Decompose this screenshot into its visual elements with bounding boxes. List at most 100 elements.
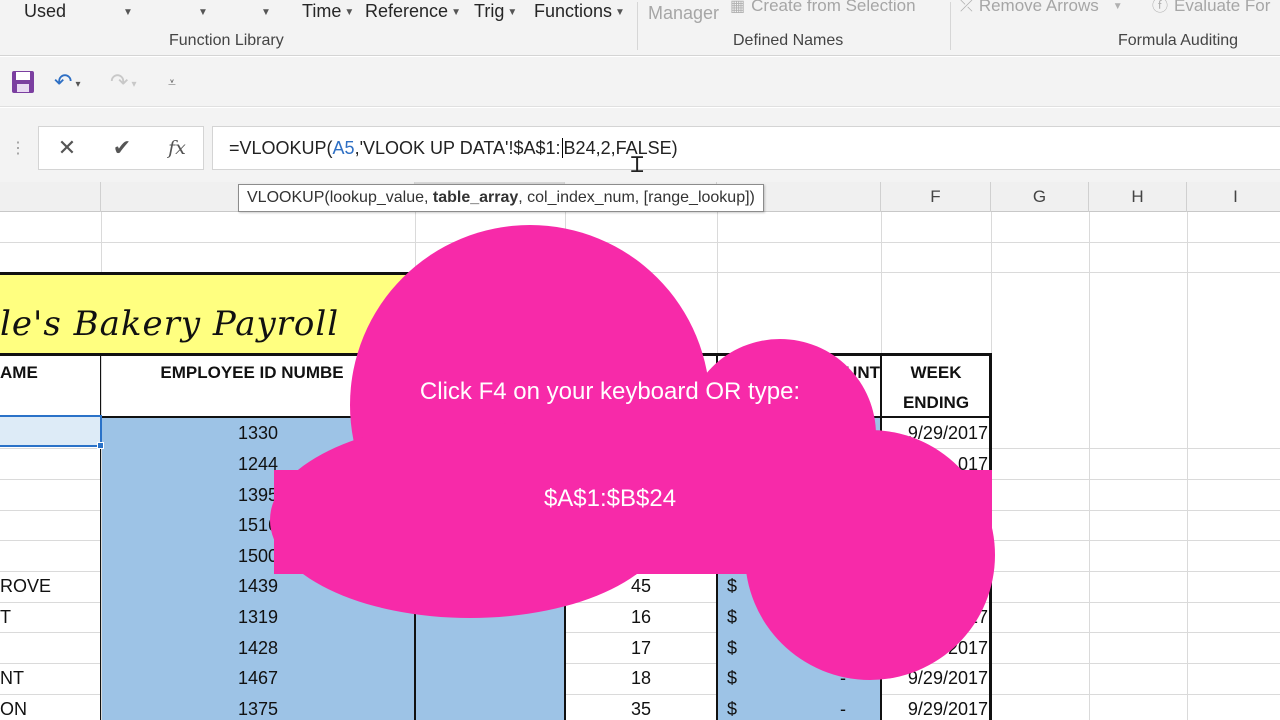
chevron-down-icon: ▾	[131, 79, 137, 90]
enter-button[interactable]: ✔	[107, 133, 137, 163]
customize-toolbar-button[interactable]: ⩡	[168, 67, 176, 97]
chevron-down-icon: ▼	[507, 7, 518, 18]
amount-cell: -	[840, 668, 846, 688]
hours-cell: 35	[630, 699, 652, 719]
chevron-down-icon: ▼	[615, 7, 625, 18]
column-header-g[interactable]: G	[991, 182, 1089, 212]
week-ending-cell: 9/29/2017	[907, 668, 988, 688]
table-border	[0, 353, 991, 356]
name-manager-button[interactable]: Manager	[648, 2, 719, 26]
table-border	[100, 353, 101, 720]
table-border	[716, 353, 718, 720]
currency-symbol: $	[727, 699, 738, 719]
function-library-group-label: Function Library	[169, 32, 284, 49]
insert-function-button[interactable]: fx	[162, 133, 192, 163]
week-ending-cell: 9/29/2017	[907, 423, 988, 443]
column-header-h[interactable]: H	[1089, 182, 1187, 212]
amount-cell: 0	[859, 423, 870, 443]
week-ending-cell: 9/29/2017	[907, 607, 988, 627]
ribbon-separator	[637, 2, 638, 50]
name-cell	[0, 418, 100, 448]
tooltip-arg-lookup-value[interactable]: lookup_value,	[330, 189, 433, 206]
formula-part-1: =VLOOKUP(	[229, 138, 333, 158]
column-header-a[interactable]	[0, 182, 101, 212]
date-time-button[interactable]: Time ▼	[302, 0, 354, 24]
spreadsheet-grid[interactable]: le's Bakery Payroll AME EMPLOYEE ID NUMB…	[0, 212, 1280, 720]
undo-button[interactable]: ↶ ▾	[54, 67, 80, 97]
remove-arrows-button[interactable]: ⤫ Remove Arrows ▼	[960, 0, 1123, 19]
save-icon	[12, 71, 34, 93]
evaluate-formula-button[interactable]: ⓕ Evaluate For	[1152, 0, 1270, 19]
fx-icon: fx	[168, 137, 186, 159]
employee-id-cell: 1467	[237, 668, 279, 688]
customize-icon: ⩡	[168, 74, 176, 90]
lookup-fill	[416, 418, 565, 720]
tooltip-function: VLOOKUP(	[247, 189, 330, 206]
formula-input[interactable]: =VLOOKUP(A5,'VLOOK UP DATA'!$A$1: B24,2,F…	[212, 126, 1280, 170]
defined-names-group-label: Defined Names	[733, 32, 844, 49]
formula-ref-a5: A5	[332, 138, 355, 158]
logical-dropdown[interactable]: ▼	[195, 0, 208, 24]
name-cell: NT	[0, 668, 24, 688]
employee-id-cell: 1439	[237, 576, 279, 596]
amount-cell: -	[840, 638, 846, 658]
hours-cell: 17	[630, 638, 652, 658]
gridline	[0, 242, 1280, 243]
hours-cell: 45	[630, 576, 652, 596]
redo-button[interactable]: ↷ ▾	[110, 67, 136, 97]
formula-auditing-group-label: Formula Auditing	[1118, 32, 1239, 49]
amount-cell: -	[840, 699, 846, 719]
recently-used-button[interactable]: Used	[24, 0, 66, 24]
hours-cell: 16	[630, 607, 652, 627]
formula-part-4: B24,2,FALSE)	[563, 138, 678, 158]
lookup-reference-label: Reference	[365, 1, 449, 21]
chevron-down-icon: ▼	[344, 7, 355, 18]
employee-id-cell: 1516	[237, 515, 279, 535]
date-time-label: Time	[302, 1, 342, 21]
cancel-button[interactable]: ✕	[52, 133, 82, 163]
employee-id-cell: 1395	[237, 485, 279, 505]
header-name: AME	[0, 363, 38, 382]
remove-arrows-label: Remove Arrows	[978, 0, 1099, 15]
formula-part-3: ,'VLOOK UP DATA'!$A$1:	[354, 138, 561, 158]
cloud-instruction: Click F4 on your keyboard OR type:	[419, 378, 801, 405]
recently-used-label: Used	[24, 1, 67, 21]
name-cell: T	[0, 607, 11, 627]
more-functions-label: Functions	[534, 1, 613, 21]
financial-dropdown[interactable]: ▼	[120, 0, 133, 24]
drag-handle-icon[interactable]: ⋮	[10, 138, 26, 158]
math-trig-button[interactable]: Trig ▼	[474, 0, 517, 24]
more-functions-button[interactable]: Functions ▼	[534, 0, 625, 24]
payroll-title: le's Bakery Payroll	[0, 304, 340, 344]
chevron-down-icon: ▼	[198, 7, 208, 18]
save-button[interactable]	[10, 67, 36, 97]
chevron-down-icon: ▼	[451, 7, 461, 18]
tooltip-arg-table-array[interactable]: table_array	[433, 189, 518, 206]
close-icon: ✕	[57, 135, 77, 160]
lookup-reference-button[interactable]: Reference ▼	[365, 0, 461, 24]
header-week: WEEK	[910, 363, 962, 382]
name-manager-label: Manager	[648, 3, 720, 23]
header-ending: ENDING	[902, 393, 970, 412]
chevron-down-icon: ▼	[123, 7, 133, 18]
currency-symbol: $	[727, 638, 738, 658]
column-header-i[interactable]: I	[1187, 182, 1280, 212]
chevron-down-icon: ▾	[75, 79, 81, 90]
hours-cell: 18	[630, 668, 652, 688]
ribbon: Used ▼ ▼ ▼ Time ▼ Reference ▼ Trig ▼ Functi…	[0, 0, 1280, 56]
quick-access-toolbar: ↶ ▾ ↷ ▾ ⩡	[0, 57, 1280, 107]
column-header-f[interactable]: F	[881, 182, 991, 212]
gridline	[1089, 212, 1090, 720]
gridline	[1187, 212, 1188, 720]
text-dropdown[interactable]: ▼	[258, 0, 271, 24]
employee-id-cell: 1375	[237, 699, 279, 719]
currency-symbol: $	[727, 576, 738, 596]
week-ending-cell: 9/29/2017	[907, 638, 988, 658]
amount-cell: -	[840, 607, 846, 627]
check-icon: ✔	[112, 135, 132, 160]
currency-symbol: $	[727, 607, 738, 627]
function-tooltip[interactable]: VLOOKUP(lookup_value, table_array, col_i…	[238, 184, 764, 212]
name-cell: ON	[0, 699, 27, 719]
formula-buttons: ✕ ✔ fx	[38, 126, 204, 170]
create-from-selection-button[interactable]: ▦ Create from Selection	[730, 0, 916, 19]
